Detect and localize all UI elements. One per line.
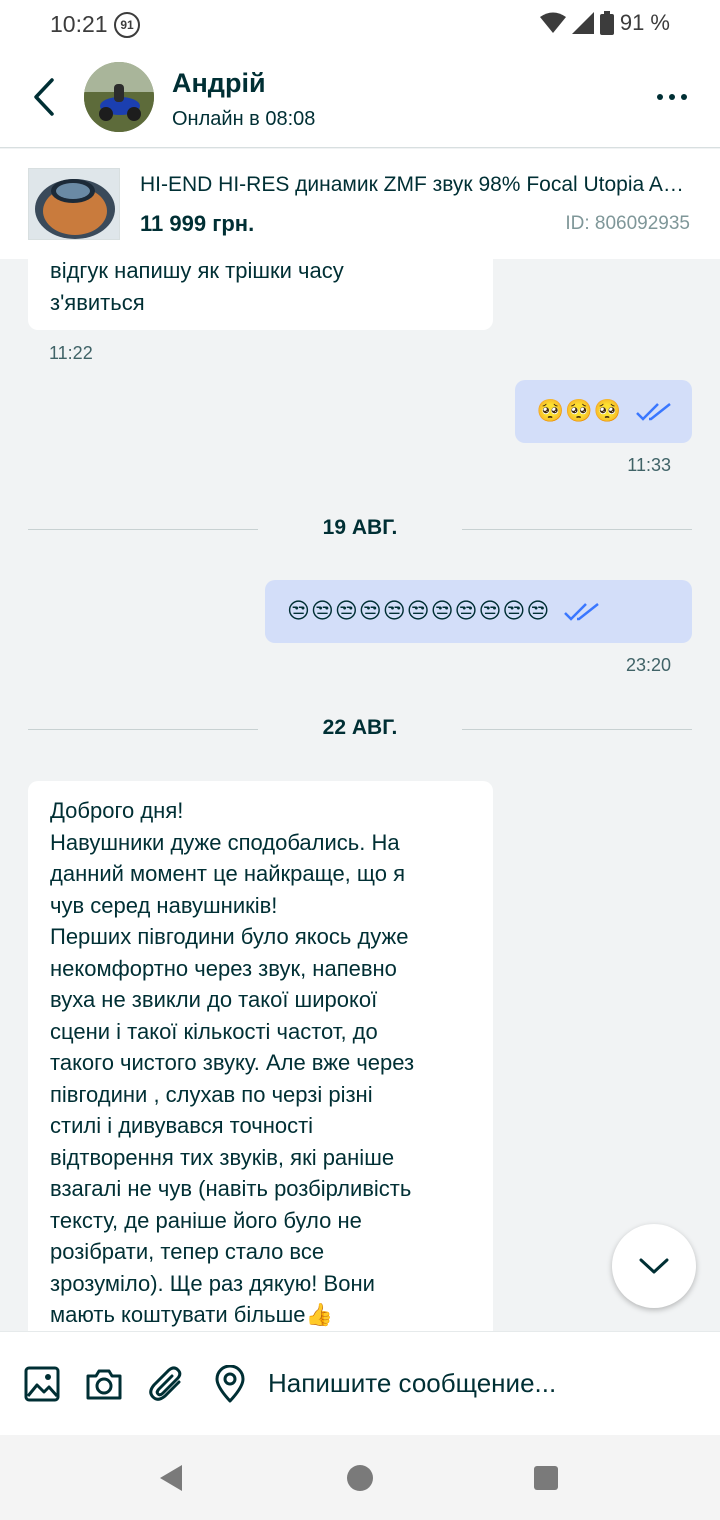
listing-banner[interactable]: HI-END HI-RES динамик ZMF звук 98% Focal… (0, 149, 720, 259)
notification-count-badge: 91 (114, 12, 140, 38)
message-line: вуха не звикли до такої широкої (50, 987, 378, 1012)
message-line: тексту, де раніше його було не (50, 1207, 362, 1233)
nav-home-icon[interactable] (347, 1465, 373, 1491)
message-line: відгук напишу як трішки часу (50, 259, 344, 283)
battery-percent: 91 % (619, 10, 670, 35)
message-list[interactable]: відгук напишу як трішки часу з'явиться 1… (0, 259, 720, 1331)
status-bar: 10:21 91 91 % (0, 0, 720, 50)
message-line: Навушники дуже сподобались. На (50, 829, 400, 855)
nav-back-icon[interactable] (160, 1465, 182, 1491)
outgoing-message[interactable]: 😒😒😒😒😒😒😒😒😒😒😒 (265, 580, 692, 643)
contact-status: Онлайн в 08:08 (172, 108, 316, 130)
message-line: мають коштувати більше👍 (50, 1302, 333, 1327)
image-icon (24, 1366, 60, 1402)
avatar-photo (84, 62, 154, 132)
more-options-button[interactable] (650, 82, 694, 112)
cell-signal-icon (571, 12, 594, 34)
message-line: відтворення тих звуків, які раніше (50, 1144, 395, 1170)
message-text: 😒😒😒😒😒😒😒😒😒😒😒 (287, 599, 551, 624)
message-line: Доброго дня! (50, 798, 184, 823)
avatar[interactable] (84, 62, 154, 132)
contact-name[interactable]: Андрій (172, 68, 266, 99)
status-time: 10:21 (50, 11, 108, 37)
message-line: розібрати, тепер стало все (50, 1239, 325, 1264)
message-line: півгодини , слухав по черзі різні (50, 1081, 373, 1107)
camera-button[interactable] (84, 1364, 124, 1404)
date-divider: 19 АВГ. (28, 514, 692, 544)
camera-icon (86, 1369, 122, 1400)
message-line: некомфортно через звук, напевно (50, 955, 397, 981)
paperclip-icon (149, 1366, 182, 1401)
wifi-icon (539, 12, 566, 33)
location-pin-icon (215, 1365, 245, 1403)
date-divider: 22 АВГ. (28, 714, 692, 744)
battery-icon (599, 11, 614, 35)
message-line: данний момент це найкраще, що я (50, 861, 406, 886)
back-arrow-icon (34, 78, 54, 116)
message-line: стилі і дивувався точності (50, 1113, 314, 1138)
message-line: взагалі не чув (навіть розбірливість (50, 1176, 412, 1201)
incoming-message[interactable]: відгук напишу як трішки часу з'явиться (28, 259, 493, 330)
chat-header: Андрій Онлайн в 08:08 (0, 50, 720, 148)
outgoing-message[interactable]: 🥺🥺🥺 (514, 380, 692, 443)
chevron-down-icon (639, 1258, 669, 1274)
message-composer: Напишите сообщение... (0, 1331, 720, 1435)
listing-thumbnail (28, 168, 120, 240)
status-icons: 91 % (539, 10, 670, 36)
share-location-button[interactable] (210, 1364, 250, 1404)
message-time: 11:33 (627, 455, 671, 475)
listing-id: ID: 806092935 (565, 213, 690, 234)
message-line: зрозуміло). Ще раз дякую! Вони (50, 1270, 375, 1296)
scroll-to-bottom-button[interactable] (612, 1224, 696, 1308)
date-divider-label: 22 АВГ. (322, 716, 398, 739)
attach-file-button[interactable] (147, 1364, 187, 1404)
message-text: 🥺🥺🥺 (536, 399, 622, 424)
double-check-icon (564, 602, 600, 621)
message-time: 11:22 (49, 343, 93, 363)
message-line: сцени і такої кількості частот, до (50, 1018, 378, 1044)
message-input[interactable]: Напишите сообщение... (268, 1368, 556, 1399)
listing-price: 11 999 грн. (140, 211, 255, 236)
more-icon (657, 94, 663, 100)
listing-title: HI-END HI-RES динамик ZMF звук 98% Focal… (140, 173, 690, 196)
back-button[interactable] (24, 74, 64, 120)
message-time: 23:20 (625, 655, 671, 675)
date-divider-label: 19 АВГ. (322, 516, 398, 539)
message-line: Перших півгодини було якось дуже (50, 924, 409, 949)
attach-image-button[interactable] (22, 1364, 62, 1404)
system-nav-bar (0, 1435, 720, 1520)
nav-recents-icon[interactable] (534, 1466, 558, 1490)
message-line: такого чистого звуку. Але вже через (50, 1050, 415, 1075)
incoming-message[interactable]: Доброго дня! Навушники дуже сподобались.… (28, 781, 493, 1331)
message-line: чув серед навушників! (50, 892, 278, 918)
message-line: з'явиться (50, 289, 145, 315)
double-check-icon (636, 402, 671, 421)
